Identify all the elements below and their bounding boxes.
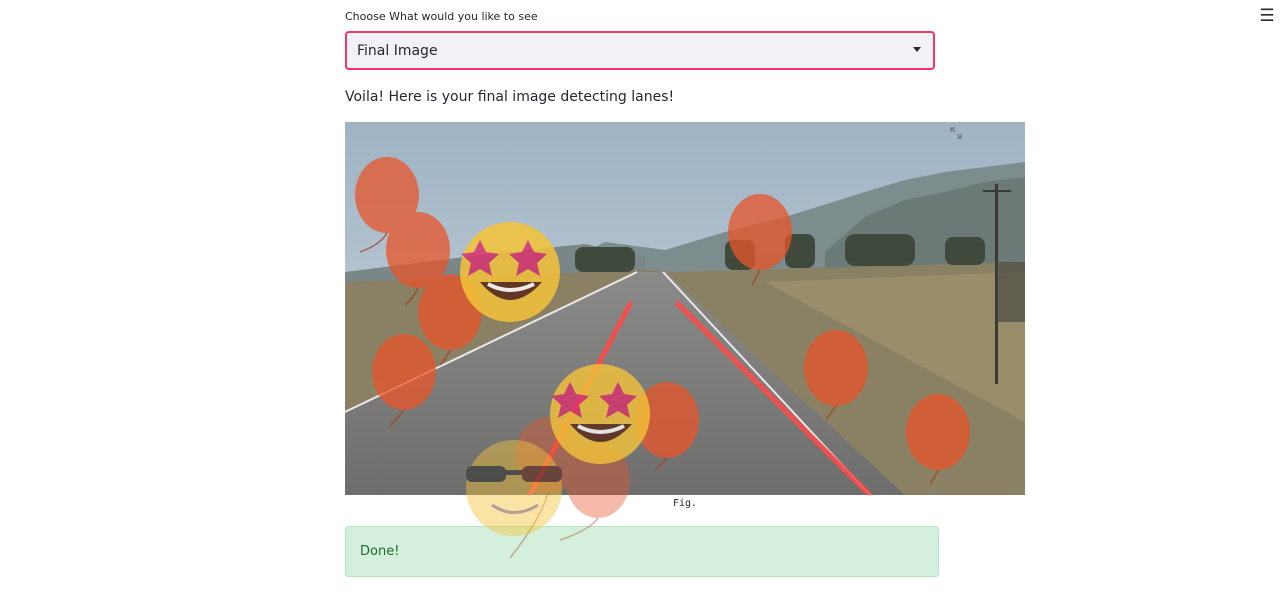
- select-value: Final Image: [357, 43, 438, 59]
- hamburger-menu-icon[interactable]: ☰: [1258, 7, 1276, 25]
- success-text: Done!: [360, 544, 400, 559]
- lane-detection-image: [345, 122, 1025, 495]
- select-label: Choose What would you like to see: [345, 10, 538, 23]
- chevron-down-icon[interactable]: [913, 47, 921, 52]
- success-alert: Done!: [345, 526, 939, 577]
- figure-caption: Fig.: [672, 498, 698, 509]
- expand-icon[interactable]: [950, 127, 962, 139]
- result-message: Voila! Here is your final image detectin…: [345, 89, 675, 105]
- view-select[interactable]: Final Image: [345, 31, 935, 70]
- road-photo: [345, 122, 1025, 495]
